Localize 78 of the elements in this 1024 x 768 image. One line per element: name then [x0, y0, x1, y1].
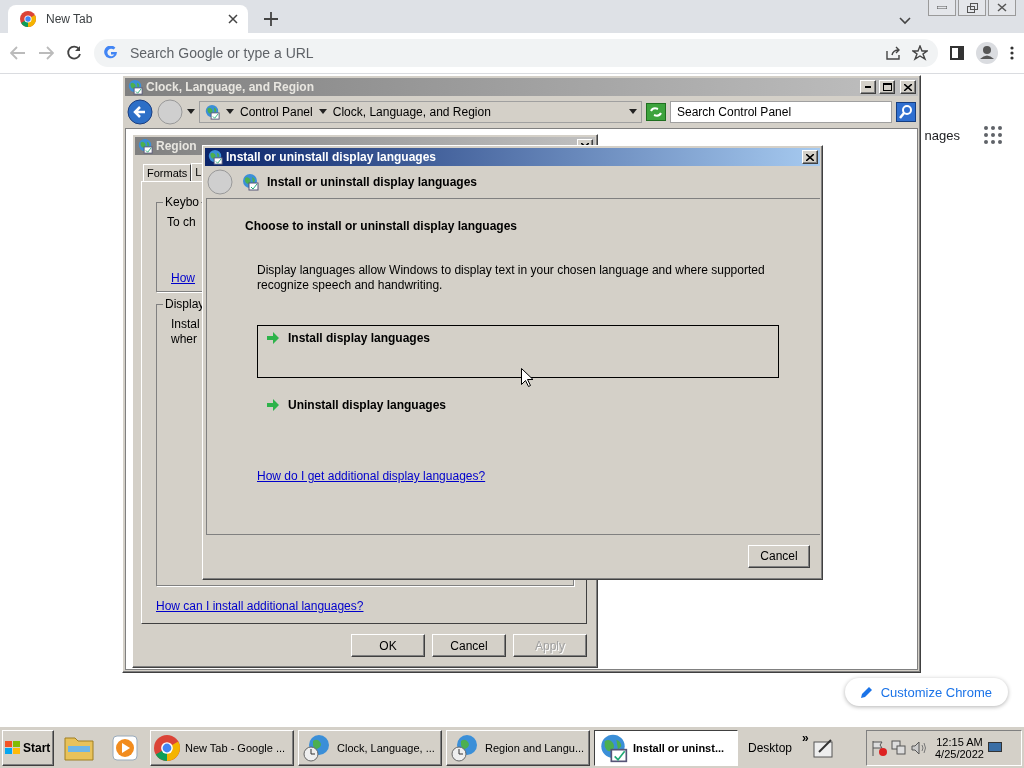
- help-link[interactable]: How: [171, 271, 195, 285]
- breadcrumb-item[interactable]: Control Panel: [240, 105, 313, 119]
- network-icon[interactable]: [891, 739, 907, 756]
- menu-icon[interactable]: [1010, 46, 1014, 60]
- browser-tab[interactable]: New Tab: [8, 5, 248, 33]
- dialog-tab[interactable]: Formats: [143, 164, 192, 182]
- dialog-title: Region: [156, 139, 197, 153]
- new-tab-icon[interactable]: [264, 12, 278, 26]
- windows-logo-icon: [5, 740, 21, 755]
- dialog-button[interactable]: Cancel: [432, 634, 506, 657]
- command-link[interactable]: Install display languages: [257, 325, 779, 378]
- chrome-icon: [20, 11, 36, 27]
- speaker-icon[interactable]: [911, 739, 927, 756]
- google-icon: [104, 46, 118, 60]
- breadcrumb-item[interactable]: Clock, Language, and Region: [332, 105, 491, 119]
- cancel-button[interactable]: Cancel: [748, 544, 810, 568]
- control-panel-icon: [127, 79, 143, 95]
- refresh-button[interactable]: [646, 103, 666, 121]
- minimize-icon: [937, 6, 947, 9]
- help-link[interactable]: How can I install additional languages?: [156, 599, 574, 613]
- search-button[interactable]: [896, 102, 916, 122]
- group-label: Keybo: [163, 195, 202, 209]
- address-bar[interactable]: Control Panel Clock, Language, and Region: [199, 101, 642, 123]
- page-link[interactable]: nages: [924, 127, 960, 143]
- dialog-button[interactable]: OK: [351, 634, 425, 657]
- start-button[interactable]: Start: [2, 729, 54, 766]
- maximize-button[interactable]: [879, 80, 895, 94]
- page-heading: Choose to install or uninstall display languages: [245, 219, 519, 233]
- customize-chrome-button[interactable]: Customize Chrome: [844, 678, 1008, 706]
- mouse-cursor-icon: [521, 368, 534, 388]
- minimize-icon: [865, 86, 871, 88]
- chrome-icon: [154, 734, 180, 761]
- install-languages-icon: [207, 149, 223, 165]
- address-field[interactable]: Search Google or type a URL: [128, 44, 876, 62]
- restore-button[interactable]: [958, 0, 986, 16]
- globe-clock-icon: [302, 732, 332, 763]
- globe-checklist-icon: [598, 732, 628, 763]
- group-text: To ch: [167, 215, 196, 230]
- region-icon: [137, 138, 153, 154]
- history-caret-icon: [187, 109, 195, 115]
- window-title: Clock, Language, and Region: [146, 80, 315, 94]
- taskbar-button[interactable]: New Tab - Google ...: [150, 729, 294, 766]
- arrow-icon: [266, 331, 280, 345]
- maximize-icon: [882, 83, 892, 91]
- group-text: Instal wher: [171, 317, 200, 347]
- address-bar[interactable]: Search Google or type a URL: [94, 39, 938, 67]
- taskbar-button[interactable]: Clock, Language, ...: [298, 729, 442, 766]
- taskbar-button[interactable]: Region and Langu...: [446, 729, 590, 766]
- wizard-header: Install or uninstall display languages: [267, 175, 478, 189]
- dialog-title: Install or uninstall display languages: [226, 150, 437, 164]
- help-link[interactable]: How do I get additional display languages?: [257, 469, 486, 483]
- action-center-flag-icon[interactable]: [871, 739, 887, 756]
- globe-clock-icon: [450, 732, 480, 763]
- arrow-icon: [266, 398, 280, 412]
- tab-title: New Tab: [46, 12, 94, 26]
- command-link[interactable]: Uninstall display languages: [257, 392, 779, 442]
- apps-grid-icon[interactable]: [984, 126, 1002, 144]
- breadcrumb-caret-icon: [318, 109, 327, 115]
- dropdown-caret-icon: [629, 109, 637, 115]
- profile-icon[interactable]: [976, 42, 998, 64]
- restore-icon: [966, 2, 978, 13]
- notepad-icon[interactable]: [812, 737, 835, 758]
- share-icon[interactable]: [886, 46, 902, 60]
- overflow-chevron[interactable]: »: [802, 731, 809, 745]
- taskbar-button[interactable]: Install or uninst...: [594, 729, 738, 766]
- description: Display languages allow Windows to display text in your chosen language and where supported recognize speech and handwriting.: [257, 263, 766, 293]
- tab-search-caret-icon[interactable]: [899, 17, 911, 25]
- monitor-icon[interactable]: [987, 741, 1002, 754]
- install-languages-icon: [241, 173, 259, 191]
- search-field[interactable]: Search Control Panel: [670, 101, 892, 123]
- pencil-icon: [860, 686, 873, 698]
- control-panel-icon: [204, 104, 220, 120]
- breadcrumb-caret-icon: [226, 109, 234, 115]
- reload-icon[interactable]: [66, 45, 82, 61]
- desktop-toolbar-label[interactable]: Desktop: [742, 740, 799, 755]
- star-icon[interactable]: [912, 45, 928, 61]
- back-button[interactable]: [127, 99, 153, 125]
- side-panel-icon[interactable]: [950, 46, 964, 60]
